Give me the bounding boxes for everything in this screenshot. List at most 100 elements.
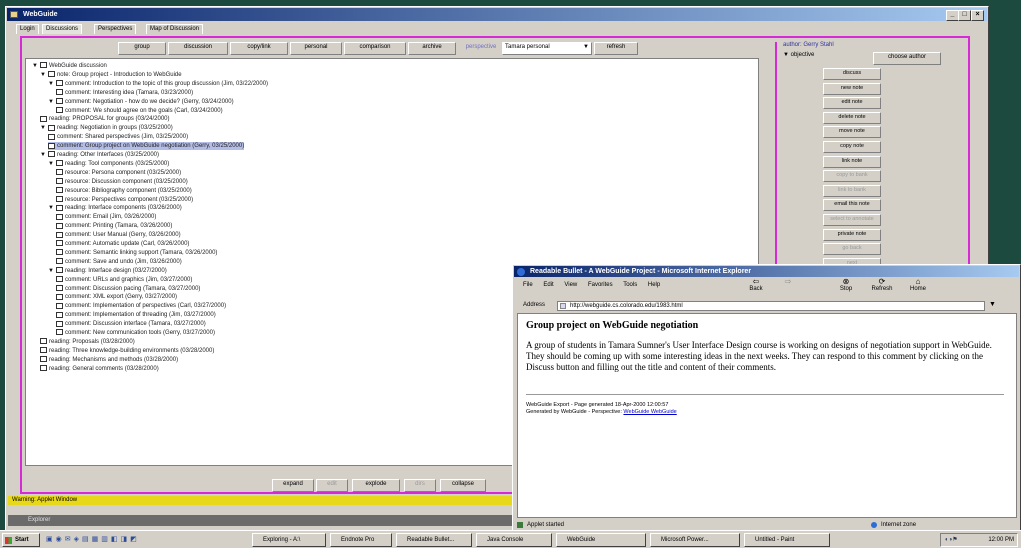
address-dropdown-icon[interactable]: ▼ (989, 301, 996, 308)
back-button[interactable]: ⇦ Back (743, 277, 769, 292)
tree-row[interactable]: ▼ reading: Negotiation in groups (03/25/2… (40, 124, 173, 132)
footer-link[interactable]: WebGuide WebGuide (623, 409, 676, 415)
webguide-titlebar[interactable]: WebGuide _ □ × (7, 8, 987, 21)
tree-row[interactable]: ▼ comment: Negotiation - how do we decide… (48, 98, 234, 106)
side-button[interactable]: discuss (823, 68, 881, 80)
close-button[interactable]: × (971, 10, 984, 21)
tree-row[interactable]: reading: Mechanisms and methods (03/28/2… (40, 356, 178, 364)
expand-triangle-icon[interactable]: ▼ (48, 98, 54, 106)
forward-button[interactable]: ⇨ (775, 277, 801, 286)
tree-row[interactable]: comment: Automatic update (Carl, 03/26/2… (56, 240, 189, 248)
side-button[interactable]: move note (823, 126, 881, 139)
expand-triangle-icon[interactable]: ▼ (48, 267, 54, 275)
tree-row[interactable]: comment: Semantic linking support (Tamar… (56, 249, 217, 257)
side-button[interactable]: link note (823, 155, 881, 168)
tree-row[interactable]: ▼ reading: Interface components (03/26/20… (48, 204, 182, 212)
tree-row[interactable]: reading: Three knowledge-building enviro… (40, 347, 214, 355)
side-button[interactable]: new note (823, 82, 881, 95)
tree-row[interactable]: comment: Discussion interface (Tamara, 0… (56, 320, 206, 328)
expand-button[interactable]: expand (272, 479, 314, 492)
app-icon[interactable]: ▦ (92, 536, 102, 543)
menu-edit[interactable]: Edit (543, 282, 553, 288)
menu-favorites[interactable]: Favorites (588, 282, 613, 288)
outlook-icon[interactable]: ✉ (65, 536, 74, 543)
taskbar-button[interactable]: Exploring - A:\ (252, 533, 326, 547)
taskbar-button[interactable]: Endnote Pro (330, 533, 392, 547)
tray-icons[interactable]: ◐◑⚑ (945, 534, 958, 546)
tab-login[interactable]: Login (16, 24, 39, 34)
side-button[interactable]: copy to bank (823, 170, 881, 183)
tree-row[interactable]: comment: User Manual (Gerry, 03/26/2000) (56, 231, 181, 239)
expand-triangle-icon[interactable]: ▼ (48, 204, 54, 212)
refresh-page-button[interactable]: ⟳ Refresh (867, 277, 897, 292)
desktop-icon[interactable]: ▣ (46, 536, 56, 543)
expand-triangle-icon[interactable]: ▼ (40, 151, 46, 159)
personal-button[interactable]: personal (290, 42, 342, 55)
comparison-button[interactable]: comparison (344, 42, 406, 55)
tree-row[interactable]: resource: Bibliography component (03/25/… (56, 187, 192, 195)
stop-button[interactable]: ⊗ Stop (833, 277, 859, 292)
menu-file[interactable]: File (523, 282, 533, 288)
side-button[interactable]: private note (823, 228, 881, 241)
tree-row[interactable]: comment: Group project on WebGuide negot… (48, 142, 245, 151)
side-button[interactable]: select to annotate (823, 214, 881, 226)
app-icon[interactable]: ◧ (111, 536, 121, 543)
tab-perspectives[interactable]: Perspectives (94, 24, 137, 34)
maximize-button[interactable]: □ (958, 10, 971, 21)
discussion-button[interactable]: discussion (168, 42, 228, 55)
tree-row[interactable]: comment: URLs and graphics (Jim, 03/27/2… (56, 276, 192, 284)
tree-row[interactable]: ▼ note: Group project - Introduction to W… (40, 71, 182, 79)
tree-row[interactable]: comment: Printing (Tamara, 03/26/2000) (56, 222, 172, 230)
tree-row[interactable]: reading: General comments (03/28/2000) (40, 365, 159, 373)
menu-help[interactable]: Help (648, 282, 660, 288)
channels-icon[interactable]: ◈ (74, 536, 82, 543)
objective-label[interactable]: ▼ objective (783, 52, 814, 58)
side-button[interactable]: email this note (823, 199, 881, 212)
archive-button[interactable]: archive (408, 42, 456, 55)
copy-link-button[interactable]: copy/link (230, 42, 288, 55)
tree-row[interactable]: reading: PROPOSAL for groups (03/24/2000… (40, 115, 170, 123)
tree-row[interactable]: comment: XML export (Gerry, 03/27/2000) (56, 293, 177, 301)
expand-triangle-icon[interactable]: ▼ (40, 71, 46, 79)
tree-row[interactable]: comment: Email (Jim, 03/26/2000) (56, 213, 156, 221)
collapse-button[interactable]: collapse (440, 479, 486, 492)
tree-row[interactable]: ▼ reading: Other Interfaces (03/25/2000) (40, 151, 159, 159)
explode-button[interactable]: explode (352, 479, 400, 492)
side-button[interactable]: delete note (823, 111, 881, 124)
menu-view[interactable]: View (564, 282, 577, 288)
tree-row[interactable]: resource: Discussion component (03/25/20… (56, 178, 188, 186)
tree-row[interactable]: comment: Implementation of perspectives … (56, 302, 226, 310)
taskbar-button[interactable]: Microsoft Power... (650, 533, 740, 547)
tab-map-of-discussion[interactable]: Map of Discussion (146, 24, 204, 34)
ie-titlebar[interactable]: Readable Bullet - A WebGuide Project - M… (514, 266, 1019, 277)
app-icon[interactable]: ▤ (82, 536, 92, 543)
tree-row[interactable]: resource: Perspectives component (03/25/… (56, 195, 193, 204)
dirs-button[interactable]: dirs (404, 479, 436, 492)
taskbar-button[interactable]: WebGuide (556, 533, 646, 547)
start-button[interactable]: Start (2, 533, 40, 547)
tree-row[interactable]: comment: Interesting idea (Tamara, 03/23… (56, 89, 193, 97)
ie-quick-icon[interactable]: ◉ (56, 536, 65, 543)
tree-row[interactable]: reading: Proposals (03/28/2000) (40, 338, 135, 346)
expand-triangle-icon[interactable]: ▼ (48, 80, 54, 88)
tree-row[interactable]: ▼ WebGuide discussion (32, 62, 107, 70)
app-icon[interactable]: ◩ (130, 536, 140, 543)
perspective-select[interactable]: Tamara personal ▼ (502, 42, 592, 55)
refresh-button[interactable]: refresh (594, 42, 638, 55)
chevron-down-icon[interactable]: ▼ (583, 43, 589, 52)
tree-row[interactable]: comment: Implementation of threading (Ji… (56, 311, 216, 319)
tree-row[interactable]: ▼ comment: Introduction to the topic of t… (48, 80, 268, 88)
tree-row[interactable]: comment: Discussion pacing (Tamara, 03/2… (56, 284, 200, 293)
tree-row[interactable]: comment: We should agree on the goals (C… (56, 106, 223, 115)
side-button[interactable]: copy note (823, 141, 881, 153)
side-button[interactable]: edit note (823, 97, 881, 110)
tree-row[interactable]: ▼ reading: Tool components (03/25/2000) (48, 160, 169, 168)
menu-tools[interactable]: Tools (623, 282, 637, 288)
app-icon[interactable]: ▥ (101, 536, 111, 543)
expand-triangle-icon[interactable]: ▼ (40, 124, 46, 132)
expand-triangle-icon[interactable]: ▼ (48, 160, 54, 168)
taskbar-button[interactable]: Untitled - Paint (744, 533, 830, 547)
tree-row[interactable]: resource: Persona component (03/25/2000) (56, 169, 181, 177)
tree-row[interactable]: ▼ reading: Interface design (03/27/2000) (48, 267, 167, 275)
taskbar-button[interactable]: Readable Bullet... (396, 533, 472, 547)
